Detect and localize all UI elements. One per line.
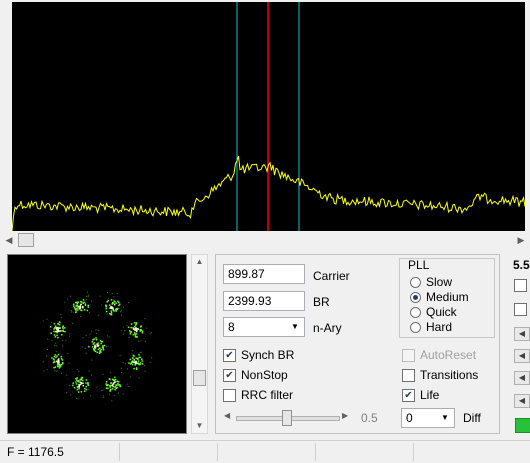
- pll-option-hard[interactable]: Hard: [410, 320, 452, 334]
- scroll-up-arrow-icon[interactable]: ▲: [192, 255, 207, 269]
- autoreset-label: AutoReset: [420, 348, 477, 362]
- side-arrow-button-3[interactable]: ◀: [514, 371, 530, 385]
- side-checkbox-2[interactable]: [514, 303, 527, 316]
- nary-label: n-Ary: [313, 321, 342, 335]
- constellation-cluster: [119, 350, 153, 379]
- checkbox-checked-icon: ✔: [402, 388, 415, 402]
- constellation-vertical-scrollbar[interactable]: ▲ ▼: [191, 254, 208, 434]
- life-checkbox[interactable]: ✔ Life: [402, 388, 439, 402]
- status-cell-2: [122, 443, 218, 461]
- autoreset-checkbox[interactable]: AutoReset: [402, 348, 476, 362]
- spectrum-display[interactable]: [11, 2, 526, 232]
- pll-option-label: Medium: [426, 290, 469, 304]
- diff-value: 0: [406, 411, 413, 425]
- status-cell-4: [318, 443, 414, 461]
- pll-option-medium[interactable]: Medium: [410, 290, 469, 304]
- pll-option-slow[interactable]: Slow: [410, 275, 452, 289]
- side-arrow-button-4[interactable]: ◀: [514, 394, 530, 408]
- constellation-plot: [42, 291, 153, 402]
- checkbox-unchecked-icon: [402, 368, 415, 382]
- radio-slow-icon: [410, 276, 421, 288]
- slider-left-arrow-icon[interactable]: ◀: [224, 411, 230, 420]
- radio-quick-icon: [410, 306, 421, 318]
- radio-hard-icon: [410, 321, 421, 333]
- checkbox-checked-icon: ✔: [223, 368, 236, 382]
- scroll-left-arrow-icon[interactable]: ◀: [2, 232, 16, 248]
- rrc-filter-label: RRC filter: [241, 388, 294, 402]
- side-value-label: 5.5: [513, 258, 530, 272]
- constellation-cluster: [66, 368, 98, 400]
- br-label: BR: [313, 295, 330, 309]
- checkbox-disabled-icon: [402, 348, 415, 362]
- constellation-cluster: [42, 314, 74, 347]
- side-arrow-button-1[interactable]: ◀: [514, 327, 530, 341]
- pll-option-label: Slow: [426, 275, 453, 289]
- spectrum-plot: [11, 2, 526, 232]
- rrc-slider[interactable]: ◀ ▶: [222, 409, 352, 427]
- pll-option-quick[interactable]: Quick: [410, 305, 457, 319]
- pll-title: PLL: [408, 258, 430, 272]
- radio-medium-icon: [410, 291, 421, 303]
- carrier-label: Carrier: [313, 269, 350, 283]
- nonstop-checkbox[interactable]: ✔ NonStop: [223, 368, 288, 382]
- frequency-status: F = 1176.5: [2, 443, 120, 461]
- spectrum-horizontal-scrollbar[interactable]: ◀ ▶: [0, 232, 530, 248]
- br-input[interactable]: 2399.93: [223, 291, 305, 311]
- side-status-indicator: [515, 418, 530, 433]
- constellation-display: [7, 254, 187, 434]
- diff-label: Diff: [463, 411, 481, 425]
- pll-option-label: Hard: [426, 320, 453, 334]
- status-cell-3: [220, 443, 316, 461]
- scroll-right-arrow-icon[interactable]: ▶: [514, 232, 528, 248]
- vertical-scroll-thumb[interactable]: [193, 370, 206, 386]
- nary-select[interactable]: 8 ▼: [223, 317, 305, 337]
- nonstop-label: NonStop: [241, 368, 288, 382]
- life-label: Life: [420, 388, 440, 402]
- chevron-down-icon: ▼: [291, 322, 299, 331]
- constellation-cluster: [120, 318, 152, 343]
- constellation-cluster: [101, 371, 130, 402]
- slider-thumb[interactable]: [282, 410, 292, 426]
- transitions-checkbox[interactable]: Transitions: [402, 368, 478, 382]
- constellation-cluster: [64, 291, 93, 318]
- horizontal-scroll-thumb[interactable]: [18, 233, 34, 247]
- slider-right-arrow-icon[interactable]: ▶: [342, 411, 348, 420]
- side-arrow-button-2[interactable]: ◀: [514, 349, 530, 363]
- chevron-down-icon: ▼: [441, 413, 449, 422]
- diff-select[interactable]: 0 ▼: [401, 408, 455, 428]
- side-checkbox-1[interactable]: [514, 279, 527, 292]
- status-bar: F = 1176.5: [0, 440, 530, 463]
- pll-option-label: Quick: [426, 305, 457, 319]
- scroll-down-arrow-icon[interactable]: ▼: [192, 419, 207, 433]
- synch-br-label: Synch BR: [241, 348, 295, 362]
- constellation-cluster: [81, 329, 110, 361]
- rrc-filter-checkbox[interactable]: RRC filter: [223, 388, 293, 402]
- checkbox-unchecked-icon: [223, 388, 236, 402]
- synch-br-checkbox[interactable]: ✔ Synch BR: [223, 348, 294, 362]
- slider-value-label: 0.5: [361, 411, 378, 425]
- constellation-cluster: [97, 292, 130, 316]
- carrier-input[interactable]: 899.87: [223, 264, 305, 284]
- checkbox-checked-icon: ✔: [223, 348, 236, 362]
- nary-value: 8: [228, 320, 235, 334]
- constellation-cluster: [42, 345, 70, 374]
- transitions-label: Transitions: [420, 368, 479, 382]
